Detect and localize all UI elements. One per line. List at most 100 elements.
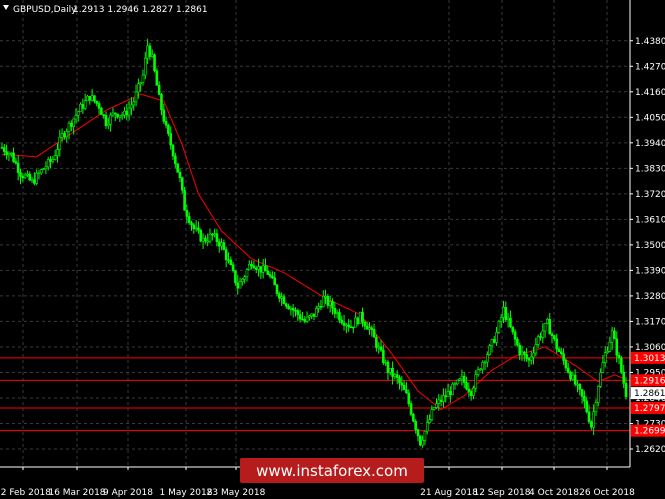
candle-body: [301, 318, 304, 321]
candle-body: [28, 173, 32, 181]
candle-body: [437, 399, 441, 404]
candle-body: [65, 131, 69, 138]
candle-body: [294, 309, 297, 312]
candle-body: [365, 325, 369, 330]
price-chart[interactable]: 1.4380 1.4270 1.4160 1.4050 1.3940 1.3830 1.37…: [0, 0, 665, 499]
candle-body: [192, 224, 196, 230]
candle-body: [280, 296, 283, 299]
candle-body: [275, 284, 279, 294]
candle-body: [215, 233, 219, 243]
candle-body: [377, 346, 381, 349]
date-tick-label: 26 Oct 2018: [579, 488, 635, 498]
candle-body: [428, 419, 431, 423]
candle-body: [83, 100, 87, 109]
candle-body: [310, 313, 313, 317]
candle-body: [259, 266, 263, 273]
candle-body: [308, 315, 311, 318]
candle-body: [213, 233, 216, 236]
candle-body: [51, 159, 55, 162]
price-tick-label: 1.4380: [635, 37, 665, 47]
candle-body: [222, 242, 226, 250]
candle-body: [580, 389, 584, 397]
price-tick-label: 1.3830: [635, 164, 665, 174]
candle-body: [368, 327, 371, 330]
candle-body: [550, 333, 554, 336]
candle-body: [39, 169, 43, 174]
candle-body: [37, 172, 41, 175]
price-tick-label: 1.3280: [635, 292, 665, 302]
candle-body: [601, 362, 605, 373]
candle-body: [402, 384, 406, 391]
candle-body: [610, 330, 614, 343]
candle-body: [543, 322, 547, 332]
candle-body: [26, 173, 29, 176]
candle-body: [132, 101, 136, 106]
candle-body: [358, 311, 362, 324]
candle-body: [578, 383, 582, 390]
candle-body: [529, 356, 533, 361]
candle-body: [425, 422, 429, 432]
candle-body: [245, 269, 249, 278]
candle-body: [102, 114, 105, 116]
candle-body: [534, 344, 538, 354]
candle-body: [407, 392, 411, 404]
candle-body: [146, 45, 149, 59]
candle-body: [516, 338, 519, 346]
candle-body: [183, 189, 186, 211]
ohlc-values: 1.2913 1.2946 1.2827 1.2861: [73, 5, 208, 15]
candle-body: [412, 414, 415, 422]
date-tick-label: 22 Feb 2018: [0, 488, 51, 498]
candle-body: [206, 240, 209, 243]
candle-body: [439, 399, 443, 402]
candle-body: [176, 163, 179, 173]
candle-body: [557, 348, 561, 352]
candle-body: [398, 377, 401, 384]
candle-body: [268, 274, 272, 277]
candle-body: [599, 372, 602, 387]
candle-body: [143, 57, 147, 76]
price-tick-label: 1.3940: [635, 139, 665, 149]
date-tick-label: 21 Aug 2018: [420, 488, 478, 498]
candle-body: [185, 210, 189, 217]
candle-body: [370, 327, 374, 330]
symbol-label: GBPUSD,Daily: [13, 5, 77, 15]
candle-body: [217, 241, 221, 247]
candle-body: [171, 144, 175, 157]
candle-body: [305, 316, 309, 322]
candle-body: [449, 391, 452, 396]
candle-body: [164, 121, 168, 126]
candle-body: [234, 270, 237, 284]
candle-body: [236, 282, 240, 289]
candle-body: [488, 345, 491, 355]
candle-body: [326, 295, 330, 306]
candle-body: [134, 91, 138, 103]
candle-body: [511, 326, 515, 333]
candle-body: [513, 331, 517, 340]
candle-body: [231, 264, 235, 271]
chart-plot-background: [0, 0, 630, 467]
candle-body: [261, 265, 265, 273]
date-tick-label: 23 May 2018: [207, 488, 266, 498]
candle-body: [100, 107, 103, 115]
candle-body: [483, 361, 487, 364]
candle-body: [49, 159, 52, 162]
candle-body: [157, 85, 161, 95]
candle-body: [356, 317, 360, 324]
candle-body: [523, 351, 526, 355]
candle-body: [107, 123, 110, 126]
candle-body: [474, 374, 478, 389]
candle-body: [130, 104, 133, 109]
candle-body: [386, 361, 390, 373]
candle-body: [467, 388, 471, 392]
candle-body: [419, 435, 422, 446]
candle-body: [435, 403, 438, 408]
price-tick-label: 1.4050: [635, 113, 665, 123]
watermark-banner[interactable]: www.instaforex.com: [240, 458, 424, 483]
candle-body: [76, 111, 80, 116]
candle-body: [384, 361, 387, 364]
candle-body: [319, 306, 323, 308]
candle-body: [395, 374, 399, 378]
candle-body: [571, 374, 575, 380]
date-tick-label: 16 Mar 2018: [48, 488, 105, 498]
price-tick-label: 1.3720: [635, 190, 665, 200]
